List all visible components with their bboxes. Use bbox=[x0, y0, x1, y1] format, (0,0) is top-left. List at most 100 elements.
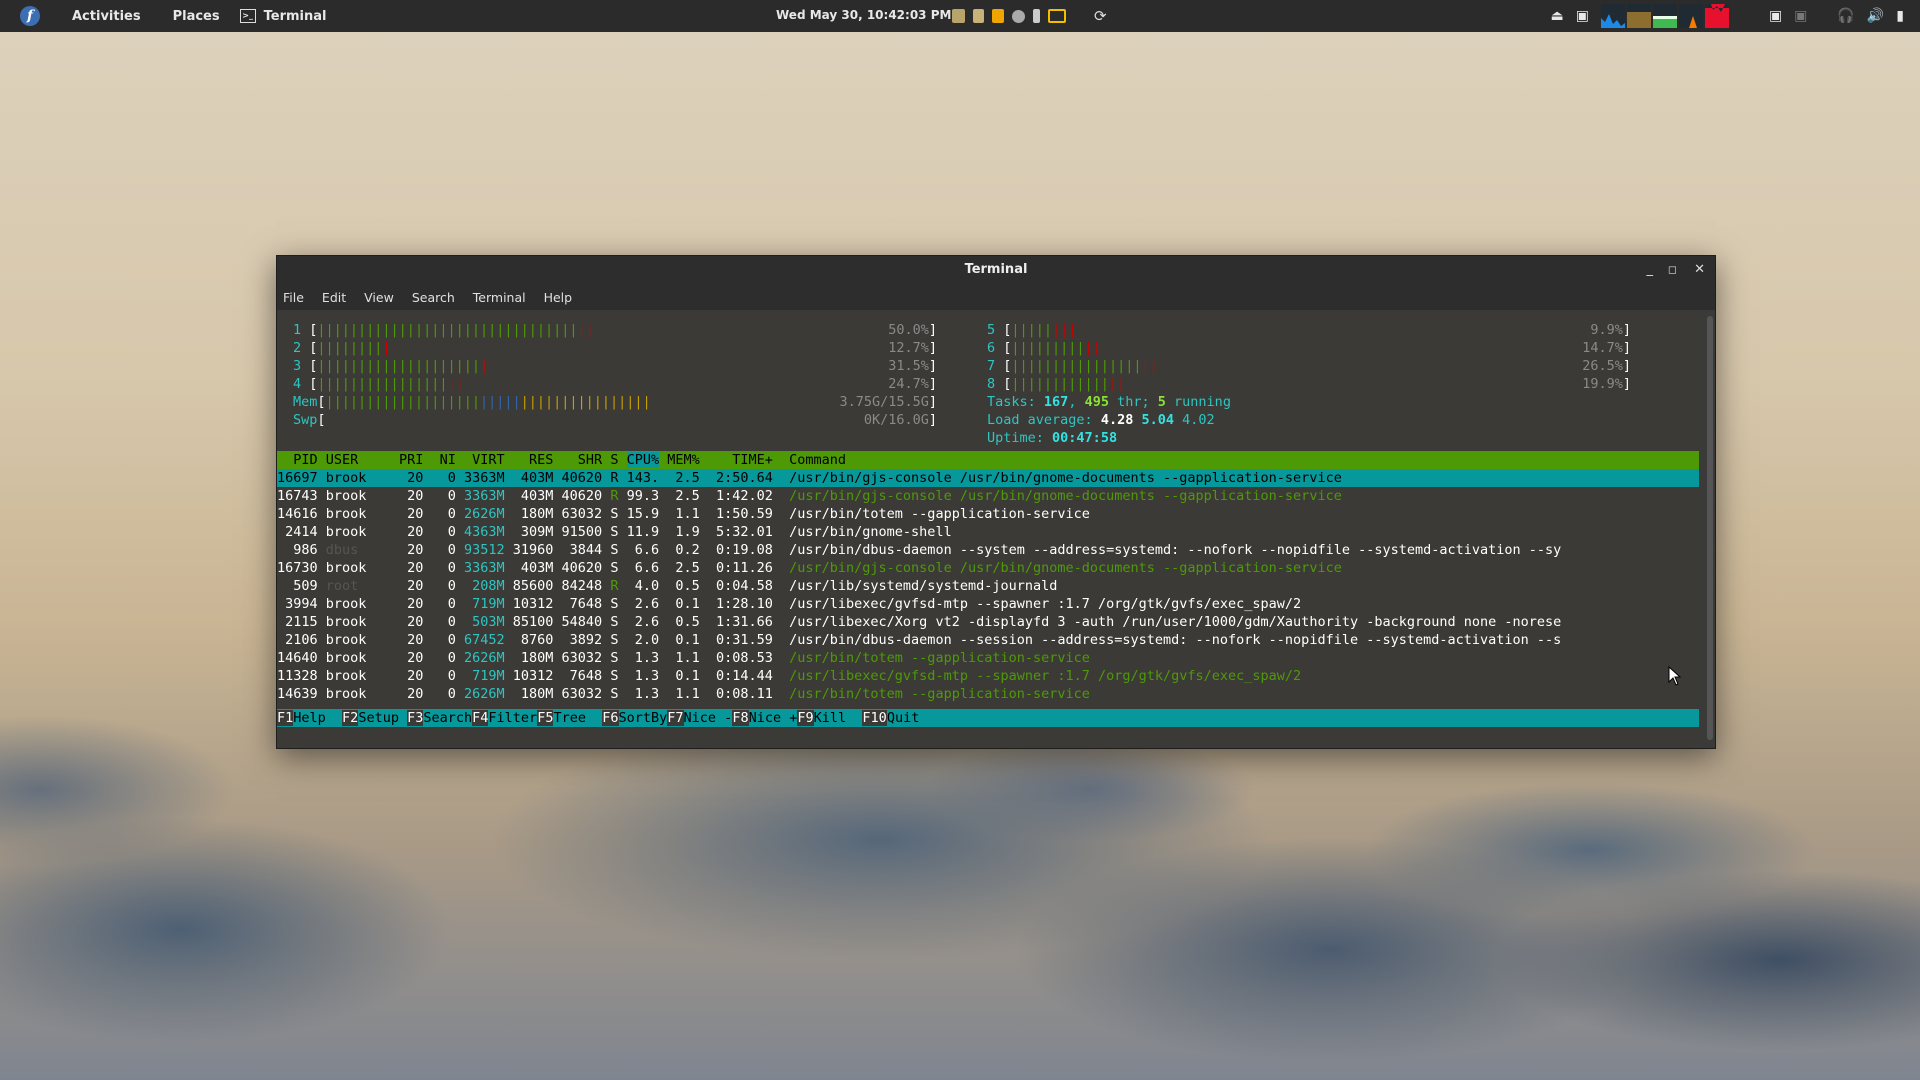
menu-file[interactable]: File bbox=[283, 290, 304, 305]
process-row[interactable]: 2106 brook 20 0 67452 8760 3892 S 2.0 0.… bbox=[277, 631, 1699, 649]
fkey-label[interactable]: Setup bbox=[358, 710, 407, 726]
terminal-window: Terminal _ ◻ ✕ File Edit View Search Ter… bbox=[276, 255, 1716, 749]
fkey-label[interactable]: Nice + bbox=[749, 710, 798, 726]
cell-user: dbus bbox=[325, 542, 399, 558]
usb-icon[interactable] bbox=[1033, 9, 1040, 23]
minimize-icon[interactable]: _ bbox=[1647, 262, 1654, 277]
cell-pri: 20 bbox=[398, 668, 432, 684]
places-menu[interactable]: Places bbox=[173, 9, 220, 24]
disk-graph-icon[interactable] bbox=[1704, 4, 1729, 28]
fkey-label[interactable]: Search bbox=[423, 710, 472, 726]
display-icon[interactable] bbox=[1048, 9, 1066, 23]
cell-command: /usr/bin/dbus-daemon --session --address… bbox=[789, 632, 1562, 648]
menu-search[interactable]: Search bbox=[412, 290, 455, 305]
cell-cpu: 6.6 bbox=[626, 542, 668, 558]
col-mem[interactable]: MEM% bbox=[659, 452, 708, 468]
col-command[interactable]: Command bbox=[789, 452, 846, 468]
fkey-f7[interactable]: F7 bbox=[667, 710, 684, 726]
cell-mem: 0.1 bbox=[667, 668, 708, 684]
cell-time: 0:19.08 bbox=[707, 542, 790, 558]
cell-pid: 2115 bbox=[277, 614, 326, 630]
cell-mem: 1.9 bbox=[667, 524, 708, 540]
cell-res: 85600 bbox=[512, 578, 562, 594]
window-list-icon[interactable]: ▣ bbox=[1576, 8, 1589, 24]
globe-icon[interactable] bbox=[1012, 9, 1025, 23]
maximize-icon[interactable]: ◻ bbox=[1668, 263, 1677, 276]
fkey-f5[interactable]: F5 bbox=[537, 710, 554, 726]
menu-view[interactable]: View bbox=[364, 290, 394, 305]
menu-help[interactable]: Help bbox=[544, 290, 573, 305]
fkey-f3[interactable]: F3 bbox=[407, 710, 424, 726]
headphones-icon[interactable]: 🎧 bbox=[1837, 8, 1854, 24]
process-row[interactable]: 16730 brook 20 0 3363M 403M 40620 S 6.6 … bbox=[277, 559, 1699, 577]
menu-terminal[interactable]: Terminal bbox=[473, 290, 526, 305]
refresh-icon[interactable]: ⟳ bbox=[1094, 7, 1107, 25]
col-time[interactable]: TIME+ bbox=[708, 452, 789, 468]
fkey-f9[interactable]: F9 bbox=[797, 710, 814, 726]
process-row[interactable]: 11328 brook 20 0 719M 10312 7648 S 1.3 0… bbox=[277, 667, 1699, 685]
swap-graph-icon[interactable] bbox=[1652, 4, 1677, 28]
cell-shr: 63032 bbox=[561, 650, 611, 666]
fkey-f1[interactable]: F1 bbox=[277, 710, 294, 726]
process-row[interactable]: 16697 brook 20 0 3363M 403M 40620 R 143.… bbox=[277, 469, 1699, 487]
fkey-label[interactable]: Nice - bbox=[684, 710, 733, 726]
clock[interactable]: Wed May 30, 10:42:03 PM bbox=[776, 8, 951, 22]
col-pri[interactable]: PRI bbox=[399, 452, 432, 468]
fedora-logo-icon[interactable]: f bbox=[20, 6, 40, 26]
cpu-chip-icon[interactable] bbox=[952, 9, 965, 23]
fkey-label[interactable]: Kill bbox=[814, 710, 863, 726]
fkey-label[interactable]: SortBy bbox=[619, 710, 668, 726]
col-s[interactable]: S bbox=[610, 452, 626, 468]
scrollbar[interactable] bbox=[1707, 316, 1713, 740]
process-row[interactable]: 16743 brook 20 0 3363M 403M 40620 R 99.3… bbox=[277, 487, 1699, 505]
process-row[interactable]: 2115 brook 20 0 503M 85100 54840 S 2.6 0… bbox=[277, 613, 1699, 631]
col-cpu[interactable]: CPU% bbox=[626, 452, 660, 468]
sensor-icon[interactable] bbox=[992, 9, 1004, 23]
fkey-f10[interactable]: F10 bbox=[862, 710, 887, 726]
fkey-label[interactable]: Filter bbox=[488, 710, 537, 726]
titlebar[interactable]: Terminal _ ◻ ✕ bbox=[277, 256, 1715, 284]
cell-pid: 14639 bbox=[277, 686, 326, 702]
menu-bar: File Edit View Search Terminal Help bbox=[277, 284, 1715, 310]
process-row[interactable]: 14616 brook 20 0 2626M 180M 63032 S 15.9… bbox=[277, 505, 1699, 523]
volume-icon[interactable]: 🔊 bbox=[1867, 8, 1884, 24]
net-graph-icon[interactable] bbox=[1678, 4, 1703, 28]
fkey-f6[interactable]: F6 bbox=[602, 710, 619, 726]
col-user[interactable]: USER bbox=[326, 452, 399, 468]
cell-shr: 54840 bbox=[561, 614, 611, 630]
fkey-f2[interactable]: F2 bbox=[342, 710, 359, 726]
cell-ni: 0 bbox=[431, 560, 464, 576]
fkey-f8[interactable]: F8 bbox=[732, 710, 749, 726]
menu-edit[interactable]: Edit bbox=[322, 290, 346, 305]
col-res[interactable]: RES bbox=[513, 452, 562, 468]
terminal-area[interactable]: 1 [|||||||||||||||||||||||||||||||||| 50… bbox=[277, 310, 1699, 748]
process-row[interactable]: 2414 brook 20 0 4363M 309M 91500 S 11.9 … bbox=[277, 523, 1699, 541]
eject-icon[interactable]: ⏏ bbox=[1550, 8, 1563, 24]
battery-icon[interactable]: ▮ bbox=[1896, 8, 1904, 24]
col-ni[interactable]: NI bbox=[431, 452, 464, 468]
cpu-meter-3: 3 [||||||||||||||||||||| bbox=[293, 358, 489, 374]
fkey-label[interactable]: Tree bbox=[553, 710, 602, 726]
process-table-header[interactable]: PID USER PRI NI VIRT RES SHR S CPU% MEM%… bbox=[277, 451, 1699, 469]
process-row[interactable]: 509 root 20 0 208M 85600 84248 R 4.0 0.5… bbox=[277, 577, 1699, 595]
col-shr[interactable]: SHR bbox=[562, 452, 611, 468]
col-virt[interactable]: VIRT bbox=[464, 452, 513, 468]
col-pid[interactable]: PID bbox=[277, 452, 326, 468]
fkey-label[interactable]: Quit bbox=[887, 710, 920, 726]
accessibility-icon[interactable]: ▣ bbox=[1794, 8, 1807, 24]
memory-icon[interactable] bbox=[973, 9, 984, 23]
process-row[interactable]: 3994 brook 20 0 719M 10312 7648 S 2.6 0.… bbox=[277, 595, 1699, 613]
process-row[interactable]: 986 dbus 20 0 93512 31960 3844 S 6.6 0.2… bbox=[277, 541, 1699, 559]
process-row[interactable]: 14639 brook 20 0 2626M 180M 63032 S 1.3 … bbox=[277, 685, 1699, 703]
cpu-graph-icon[interactable] bbox=[1600, 4, 1625, 28]
fkey-label[interactable]: Help bbox=[293, 710, 342, 726]
keyboard-layout-icon[interactable]: ▣ bbox=[1769, 8, 1782, 24]
fkey-f4[interactable]: F4 bbox=[472, 710, 489, 726]
activities-button[interactable]: Activities bbox=[72, 9, 141, 24]
mem-graph-icon[interactable] bbox=[1626, 4, 1651, 28]
app-menu-terminal[interactable]: >_ Terminal bbox=[239, 9, 326, 24]
close-icon[interactable]: ✕ bbox=[1694, 262, 1705, 277]
cell-res: 180M bbox=[512, 686, 562, 702]
cell-user: brook bbox=[325, 524, 399, 540]
process-row[interactable]: 14640 brook 20 0 2626M 180M 63032 S 1.3 … bbox=[277, 649, 1699, 667]
